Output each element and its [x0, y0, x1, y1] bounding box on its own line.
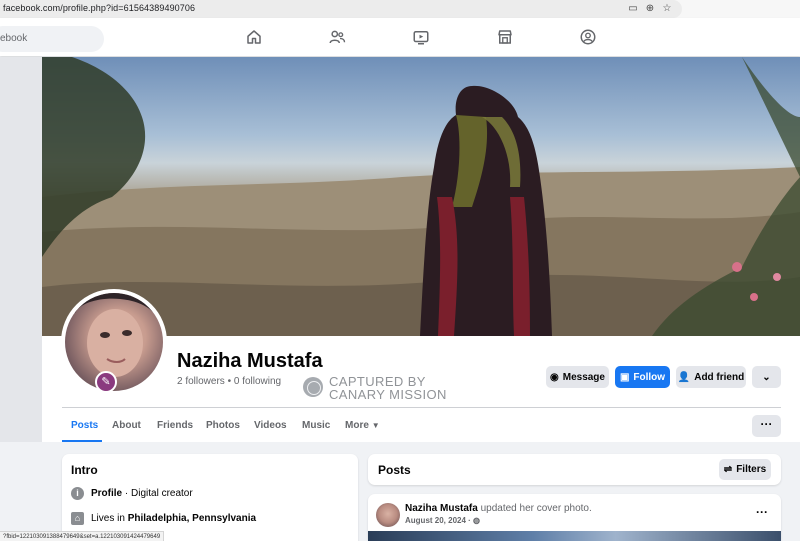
zoom-icon[interactable]: ⊕ [643, 2, 657, 16]
intro-title: Intro [71, 463, 98, 477]
chevron-down-icon: ⌄ [762, 371, 771, 383]
post-options-button[interactable]: ··· [756, 505, 768, 519]
profile-name: Naziha Mustafa [177, 350, 323, 372]
tab-more-label: More [345, 420, 369, 431]
post-image[interactable] [368, 531, 781, 541]
search-placeholder: ebook [0, 33, 28, 44]
follow-button[interactable]: ▣ Follow [615, 366, 670, 388]
info-icon: i [71, 487, 84, 500]
watermark-seal-icon [303, 377, 323, 397]
more-options-button[interactable]: ··· [752, 415, 781, 437]
tab-videos[interactable]: Videos [254, 420, 287, 431]
posts-title: Posts [378, 463, 411, 477]
message-button[interactable]: ◉ Message [546, 366, 609, 388]
caret-down-icon: ▼ [371, 421, 380, 430]
add-friend-button[interactable]: 👤 Add friend [676, 366, 746, 388]
cover-photo-landscape [42, 57, 800, 336]
follower-count[interactable]: 2 followers • 0 following [177, 376, 281, 387]
address-url[interactable]: facebook.com/profile.php?id=615643894907… [3, 3, 195, 13]
intro-location-prefix: Lives in [91, 513, 128, 524]
status-bar-url: ?fbid=122103091388479649&set=a.122103091… [0, 531, 165, 541]
tab-music[interactable]: Music [302, 420, 330, 431]
filters-button[interactable]: ⇌ Filters [719, 459, 771, 480]
groups-icon[interactable] [579, 28, 597, 46]
post-date-text: August 20, 2024 · [405, 516, 471, 525]
house-icon: ⌂ [71, 512, 84, 525]
post-timestamp[interactable]: August 20, 2024 · ◍ [405, 516, 480, 525]
bookmark-star-icon[interactable]: ☆ [660, 2, 674, 16]
follow-icon: ▣ [619, 371, 630, 383]
follow-button-label: Follow [633, 371, 666, 383]
home-icon[interactable] [245, 28, 263, 46]
browser-toolbar: facebook.com/profile.php?id=615643894907… [0, 0, 800, 18]
post-header-text: Naziha Mustafa updated her cover photo. [405, 503, 592, 514]
intro-location-row: ⌂ Lives in Philadelphia, Pennsylvania [71, 512, 256, 525]
add-person-icon: 👤 [677, 371, 691, 383]
tab-more[interactable]: More ▼ [345, 420, 380, 431]
friends-icon[interactable] [328, 28, 346, 46]
facebook-top-nav: ebook [0, 18, 800, 56]
marketplace-icon[interactable] [496, 28, 514, 46]
avatar-edit-badge-icon[interactable]: ✎ [95, 371, 117, 393]
video-icon[interactable] [412, 28, 430, 46]
message-button-label: Message [562, 371, 605, 383]
tab-about[interactable]: About [112, 420, 141, 431]
tab-posts[interactable]: Posts [71, 420, 98, 431]
intro-profile-label: Profile [91, 488, 123, 499]
post-author-avatar[interactable] [376, 503, 400, 527]
tab-friends[interactable]: Friends [157, 420, 193, 431]
intro-location-place[interactable]: Philadelphia, Pennsylvania [128, 513, 256, 524]
cover-left-gutter [0, 57, 42, 442]
intro-profile-category: · Digital creator [122, 488, 193, 499]
intro-profile-row: i Profile · Digital creator [71, 487, 193, 500]
tab-photos[interactable]: Photos [206, 420, 240, 431]
active-tab-indicator [62, 440, 102, 442]
search-input[interactable]: ebook [0, 26, 104, 52]
post-action-text: updated her cover photo. [477, 503, 592, 514]
intro-location-text: Lives in Philadelphia, Pennsylvania [91, 513, 256, 524]
profile-options-dropdown[interactable]: ⌄ [752, 366, 781, 388]
intro-profile-text: Profile · Digital creator [91, 488, 193, 499]
filters-button-label: Filters [736, 464, 767, 475]
cast-icon[interactable]: ▭ [626, 2, 640, 16]
watermark-stamp: CAPTURED BY CANARY MISSION [301, 374, 451, 402]
audience-globe-icon: ◍ [473, 516, 481, 525]
watermark-line2: CANARY MISSION [329, 387, 447, 402]
address-bar[interactable]: facebook.com/profile.php?id=615643894907… [0, 0, 682, 18]
header-divider [62, 407, 781, 408]
messenger-icon: ◉ [550, 371, 559, 383]
post-author-name[interactable]: Naziha Mustafa [405, 503, 478, 514]
cover-photo[interactable] [42, 57, 800, 336]
filter-icon: ⇌ [723, 464, 733, 475]
add-friend-button-label: Add friend [694, 371, 745, 383]
